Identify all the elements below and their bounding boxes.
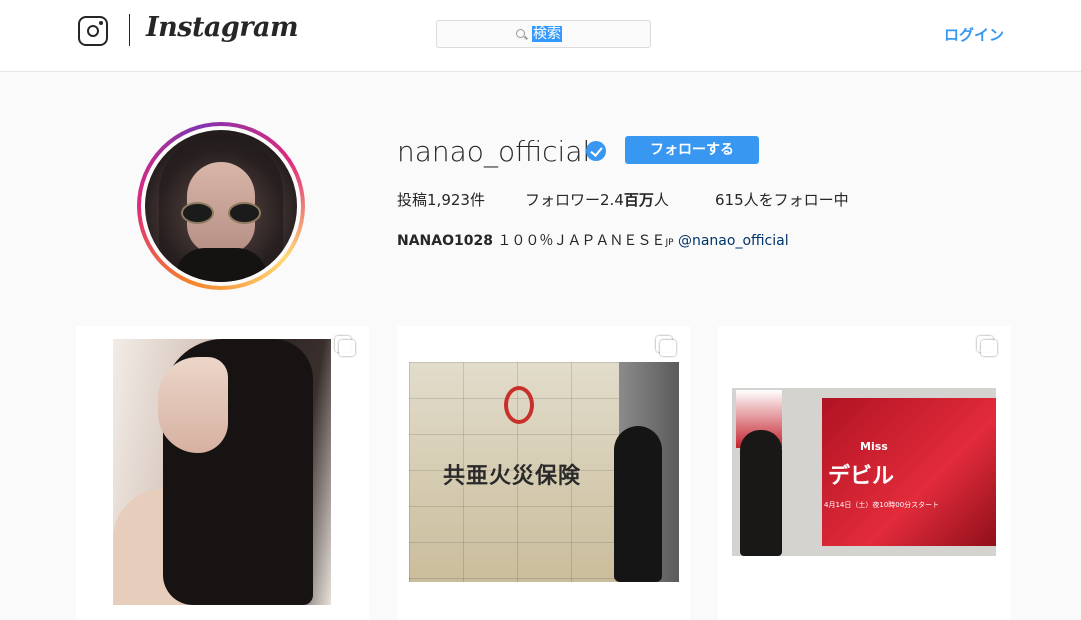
poster-title-text: デビル	[828, 464, 895, 489]
nav-divider	[129, 14, 130, 46]
post-image: Miss デビル 4月14日（土）夜10時00分スタート	[732, 388, 996, 556]
multi-photo-icon	[656, 336, 676, 356]
verified-badge-icon	[586, 141, 606, 161]
poster-miss-text: Miss	[860, 440, 888, 453]
multi-photo-icon	[335, 336, 355, 356]
post-tile[interactable]	[76, 326, 369, 620]
company-logo-icon	[504, 386, 534, 424]
following-count[interactable]: 615人をフォロー中	[715, 189, 849, 210]
bio-text: １００％ＪＡＰＡＮＥＳＥ	[492, 233, 666, 249]
bio-handle-link[interactable]: @nanao_official	[674, 233, 789, 249]
post-tile[interactable]: 共亜火災保険	[397, 326, 690, 620]
post-image	[113, 339, 331, 605]
search-icon	[516, 29, 525, 38]
multi-photo-icon	[977, 336, 997, 356]
profile-bio: NANAO1028 １００％ＪＡＰＡＮＥＳＥJP @nanao_official	[397, 231, 789, 253]
profile-full-name: NANAO1028	[397, 233, 493, 249]
follow-button[interactable]: フォローする	[625, 136, 759, 164]
avatar	[145, 130, 297, 282]
poster-date-text: 4月14日（土）夜10時00分スタート	[824, 501, 940, 509]
profile-username: nanao_official	[397, 135, 591, 168]
search-placeholder: 検索	[532, 26, 562, 42]
search-input[interactable]: 検索	[436, 20, 651, 48]
bio-jp-tag: JP	[665, 238, 674, 248]
instagram-glyph-icon[interactable]	[78, 16, 108, 46]
instagram-wordmark[interactable]: Instagram	[146, 12, 299, 43]
post-tile[interactable]: Miss デビル 4月14日（土）夜10時00分スタート	[718, 326, 1011, 620]
building-sign-text: 共亜火災保険	[443, 464, 582, 489]
avatar-story-ring[interactable]	[137, 122, 305, 290]
followers-count[interactable]: フォロワー2.4百万人	[525, 189, 669, 210]
login-link[interactable]: ログイン	[944, 24, 1004, 45]
posts-count: 投稿1,923件	[397, 191, 485, 209]
post-image: 共亜火災保険	[409, 362, 679, 582]
top-nav: Instagram 検索 ログイン	[0, 0, 1081, 72]
